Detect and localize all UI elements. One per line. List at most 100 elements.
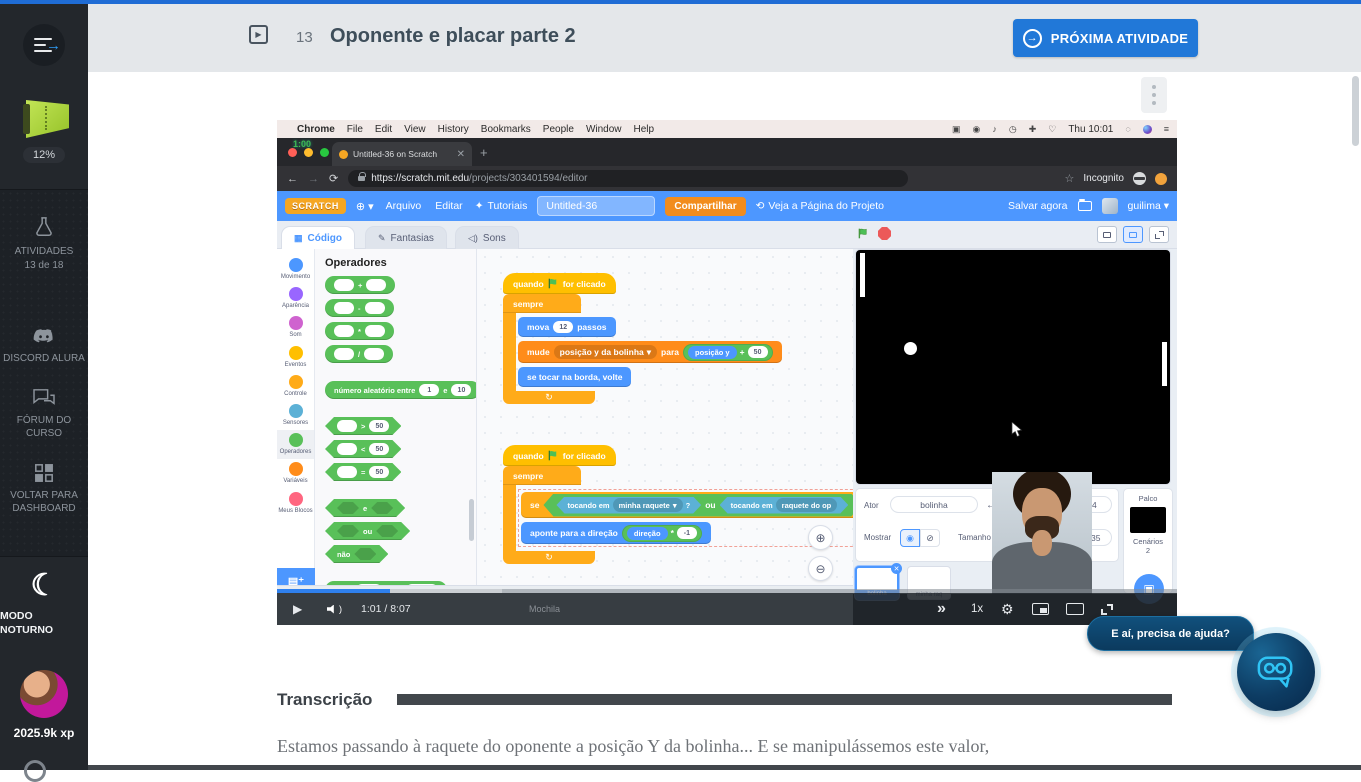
direction-reporter[interactable]: direção [627, 527, 668, 540]
script-canvas[interactable]: quando for clicado sempre mova12passos m… [477, 249, 853, 594]
category-sensores[interactable]: Sensores [277, 401, 315, 430]
save-now-link[interactable]: Salvar agora [1008, 200, 1068, 212]
block-move-steps[interactable]: mova12passos [518, 317, 616, 337]
macos-menu-help[interactable]: Help [634, 124, 655, 135]
macos-menu-history[interactable]: History [438, 124, 469, 135]
block-forever[interactable]: sempre [503, 294, 581, 313]
volume-icon[interactable]: ♪ [992, 124, 997, 134]
scratch-menu-edit[interactable]: Editar [433, 200, 464, 212]
show-sprite-button[interactable]: ◉ [900, 529, 920, 547]
scratch-tutorials[interactable]: ✦ Tutoriais [475, 200, 528, 212]
assistant-help-bubble[interactable]: E aí, precisa de ajuda? [1087, 616, 1254, 651]
next-activity-button[interactable]: → PRÓXIMA ATIVIDADE [1013, 19, 1198, 57]
sidebar-item-activities[interactable]: ATIVIDADES 13 de 18 [2, 215, 86, 272]
tab-code[interactable]: ▦ Código [281, 226, 355, 249]
user-avatar[interactable] [20, 670, 68, 718]
play-button[interactable]: ▶ [293, 593, 302, 625]
macos-menu-bookmarks[interactable]: Bookmarks [481, 124, 531, 135]
block-divide[interactable]: / [325, 345, 393, 363]
sidebar-item-forum[interactable]: FÓRUM DO CURSO [2, 388, 86, 441]
theater-mode-button[interactable] [1066, 593, 1084, 625]
sprite-name-field[interactable]: bolinha [890, 496, 978, 513]
menubar-clock[interactable]: Thu 10:01 [1068, 124, 1113, 135]
block-multiply[interactable]: * [325, 322, 394, 340]
heart-icon[interactable]: ♡ [1048, 124, 1056, 135]
fullscreen-stage-icon[interactable] [1149, 226, 1169, 243]
course-logo[interactable] [19, 100, 69, 138]
my-stuff-folder-icon[interactable] [1078, 201, 1092, 211]
scratch-logo[interactable]: SCRATCH [285, 198, 346, 214]
category-som[interactable]: Som [277, 313, 315, 342]
skip-forward-button[interactable]: » [937, 593, 946, 625]
block-not[interactable]: não [325, 545, 388, 563]
page-scrollbar-thumb[interactable] [1352, 76, 1359, 146]
block-random[interactable]: número aleatório entre1e10 [325, 381, 477, 399]
bluetooth-icon[interactable]: ✚ [1029, 124, 1037, 135]
sidebar-item-dashboard[interactable]: VOLTAR PARA DASHBOARD [2, 463, 86, 516]
see-project-page-link[interactable]: ⟲ Veja a Página do Projeto [756, 200, 884, 212]
scratch-username[interactable]: guilima ▾ [1128, 200, 1169, 212]
touching-dropdown-2[interactable]: raquete do op [776, 498, 838, 512]
block-greater-than[interactable]: >50 [325, 417, 401, 435]
category-variaveis[interactable]: Variáveis [277, 459, 315, 488]
small-stage-icon[interactable] [1097, 226, 1117, 243]
time-machine-icon[interactable]: ◷ [1009, 124, 1017, 135]
night-mode-toggle[interactable]: ☾ MODO NOTURNO [0, 571, 88, 638]
drag-handle-kebab[interactable] [1141, 77, 1167, 113]
notification-center-icon[interactable]: ≡ [1164, 124, 1169, 134]
variable-dropdown[interactable]: posição y da bolinha▾ [554, 345, 657, 359]
spotlight-icon[interactable]: ◌ [1125, 124, 1130, 134]
block-and[interactable]: e [325, 499, 405, 517]
profile-avatar-dot[interactable] [1155, 173, 1167, 185]
assistant-chat-button[interactable] [1237, 633, 1315, 711]
block-subtract[interactable]: - [325, 299, 394, 317]
volume-button[interactable]: ) [327, 593, 342, 625]
window-traffic-lights[interactable] [288, 148, 329, 157]
url-field[interactable]: https://scratch.mit.edu/projects/3034015… [348, 170, 908, 187]
block-touching-my-paddle[interactable]: tocando emminha raquete▾? [556, 497, 701, 514]
macos-menu-edit[interactable]: Edit [375, 124, 392, 135]
block-equals[interactable]: =50 [325, 463, 401, 481]
tab-sounds[interactable]: ◁) Sons [455, 226, 519, 249]
block-point-in-direction[interactable]: aponte para a direção direção*-1 [521, 522, 711, 544]
forward-icon[interactable]: → [308, 173, 319, 185]
palette-scrollbar-thumb[interactable] [469, 499, 474, 541]
screen-record-icon[interactable]: ▣ [952, 124, 961, 135]
script-ball-movement[interactable]: quando for clicado sempre mova12passos m… [503, 273, 782, 404]
macos-menu-file[interactable]: File [347, 124, 363, 135]
large-stage-icon[interactable] [1123, 226, 1143, 243]
block-add[interactable]: + [325, 276, 395, 294]
category-aparencia[interactable]: Aparência [277, 284, 315, 313]
delete-sprite-icon[interactable]: ✕ [891, 563, 902, 574]
green-flag-button[interactable] [858, 228, 869, 239]
settings-gear-button[interactable]: ⚙ [1001, 593, 1014, 625]
block-when-flag-clicked-2[interactable]: quando for clicado [503, 445, 616, 466]
block-set-variable[interactable]: mude posição y da bolinha▾ para posição … [518, 341, 782, 363]
hide-sprite-button[interactable]: ⊘ [920, 529, 940, 547]
project-name-input[interactable]: Untitled-36 [537, 196, 655, 216]
block-or[interactable]: ou [325, 522, 410, 540]
browser-status-icon[interactable]: ◉ [972, 124, 980, 135]
block-touching-opponent-paddle[interactable]: tocando emraquete do op [720, 497, 849, 514]
playback-speed-button[interactable]: 1x [971, 593, 983, 625]
sidebar-toggle-button[interactable]: → [23, 24, 65, 66]
siri-icon[interactable] [1143, 125, 1152, 134]
category-movimento[interactable]: Movimento [277, 255, 315, 284]
category-operadores[interactable]: Operadores [277, 430, 315, 459]
block-when-flag-clicked[interactable]: quando for clicado [503, 273, 616, 294]
zoom-in-button[interactable]: ⊕ [808, 525, 833, 550]
sidebar-item-discord[interactable]: DISCORD ALURA [2, 328, 86, 366]
reload-icon[interactable]: ⟳ [329, 172, 338, 185]
share-button[interactable]: Compartilhar [665, 197, 745, 216]
macos-menu-people[interactable]: People [543, 124, 574, 135]
close-tab-icon[interactable]: ✕ [457, 149, 465, 160]
macos-menu-window[interactable]: Window [586, 124, 622, 135]
macos-menu-view[interactable]: View [404, 124, 426, 135]
zoom-out-button[interactable]: ⊖ [808, 556, 833, 581]
block-less-than[interactable]: <50 [325, 440, 401, 458]
block-bounce-on-edge[interactable]: se tocar na borda, volte [518, 367, 631, 387]
browser-tab[interactable]: Untitled-36 on Scratch ✕ [332, 142, 472, 166]
tab-costumes[interactable]: ✎ Fantasias [365, 226, 447, 249]
language-globe-icon[interactable]: ⊕ ▾ [356, 200, 374, 213]
block-forever-2[interactable]: sempre [503, 466, 581, 485]
